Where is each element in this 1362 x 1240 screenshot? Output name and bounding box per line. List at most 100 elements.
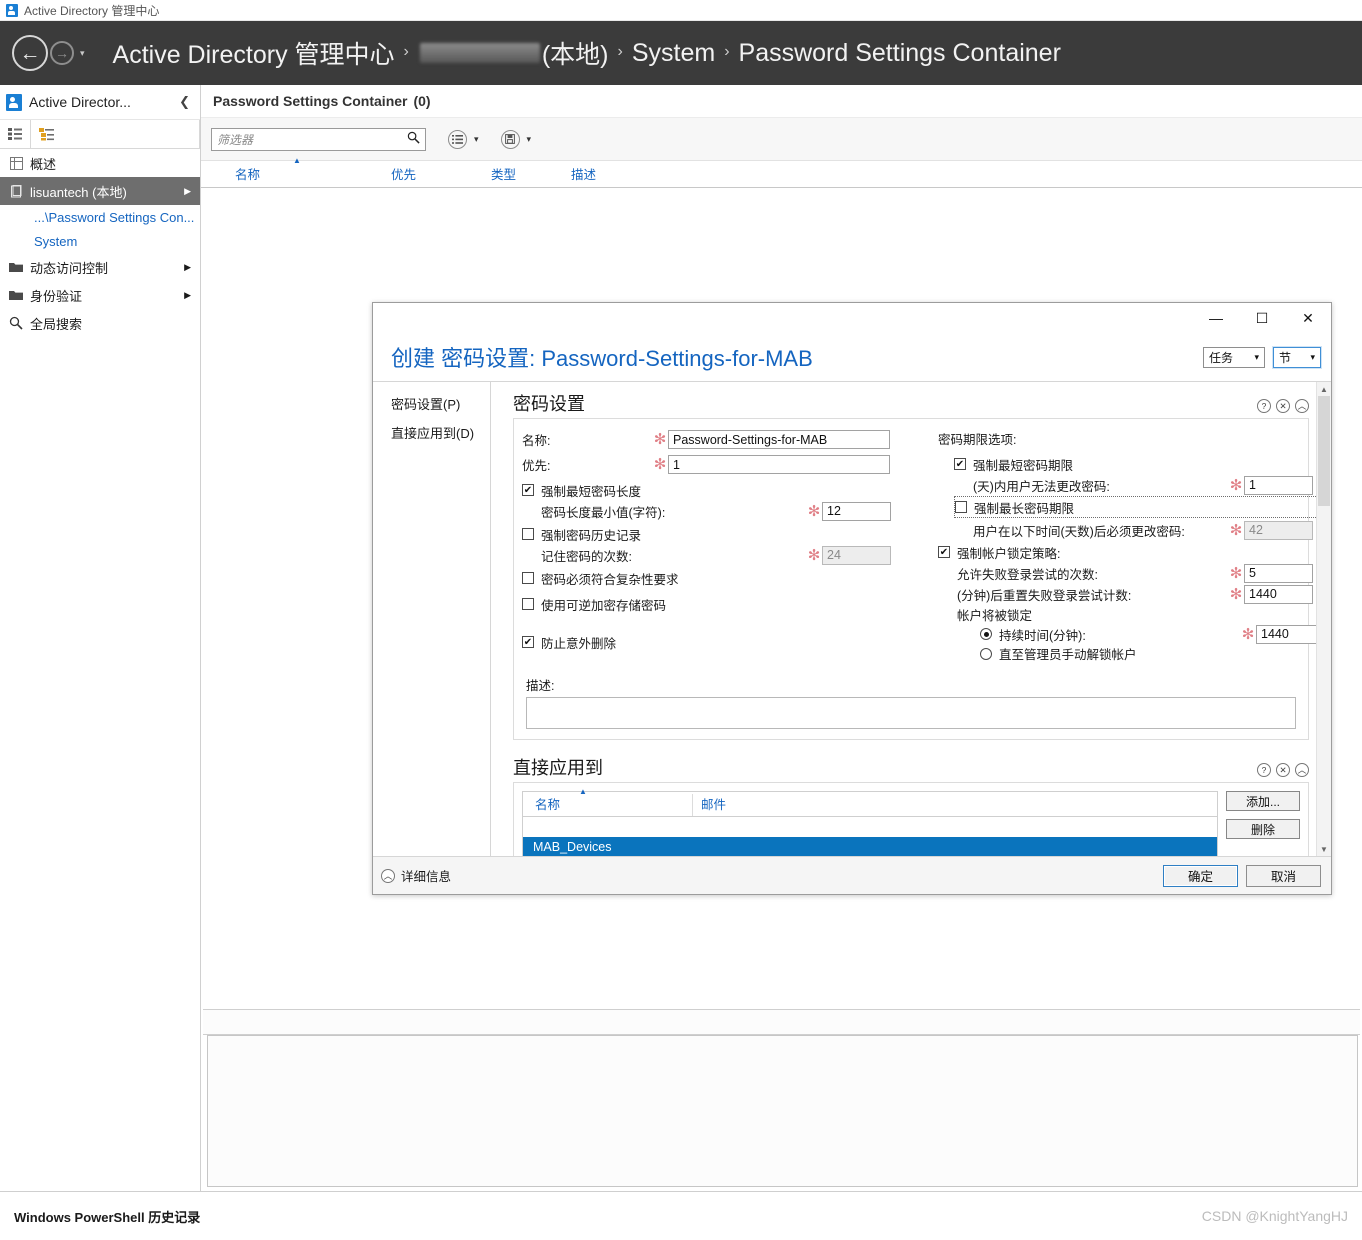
save-query-icon[interactable] (500, 129, 520, 149)
dialog-footer: ︿ 详细信息 确定 取消 (373, 856, 1331, 894)
enforce-max-age-checkbox-row[interactable]: 强制最长密码期限 (954, 496, 1331, 518)
dialog-nav-password-settings[interactable]: 密码设置(P) (391, 394, 490, 413)
details-toggle[interactable]: ︿ 详细信息 (381, 866, 451, 885)
min-age-input[interactable]: 1 (1244, 475, 1313, 495)
dialog-vertical-scrollbar[interactable]: ▲ ▼ (1316, 382, 1331, 856)
max-age-input[interactable]: 42 (1244, 520, 1313, 540)
chevron-left-icon[interactable]: ❮ (175, 94, 194, 110)
enforce-min-age-checkbox-row[interactable]: ✔ 强制最短密码期限 (938, 453, 1331, 475)
back-arrow-icon[interactable]: ← (12, 35, 48, 71)
filter-input[interactable]: 筛选器 (217, 131, 407, 148)
column-header-precedence[interactable]: 优先 (391, 164, 491, 187)
sidebar-item-overview[interactable]: 概述 (0, 149, 200, 177)
list-options-icon[interactable] (448, 129, 467, 149)
enforce-min-length-checkbox-row[interactable]: ✔ 强制最短密码长度 (522, 479, 922, 501)
filter-input-wrapper[interactable]: 筛选器 (211, 127, 426, 151)
history-count-input[interactable]: 24 (822, 545, 891, 565)
close-icon[interactable]: ✕ (1285, 303, 1331, 333)
column-header-name[interactable]: 名称 ▲ (535, 787, 692, 816)
checkbox-checked-icon[interactable]: ✔ (954, 458, 966, 470)
chevron-up-icon[interactable]: ︿ (381, 868, 395, 883)
column-header-mail[interactable]: 邮件 (692, 794, 801, 816)
list-item-name: MAB_Devices (533, 839, 612, 854)
breadcrumb-root[interactable]: Active Directory 管理中心 (113, 35, 395, 71)
breadcrumb-leaf[interactable]: Password Settings Container (739, 39, 1061, 68)
tasks-dropdown-button[interactable]: 任务 ▾ (1203, 346, 1265, 368)
column-header-description[interactable]: 描述 (571, 164, 721, 187)
checkbox-unchecked-icon[interactable] (955, 501, 967, 513)
min-length-input[interactable]: 12 (822, 501, 891, 521)
collapse-icon[interactable]: ︿ (1295, 763, 1309, 777)
close-icon[interactable]: ✕ (1276, 763, 1290, 777)
sections-dropdown-button[interactable]: 节 ▾ (1273, 346, 1321, 368)
search-icon[interactable] (407, 131, 420, 147)
description-textarea[interactable] (526, 697, 1296, 729)
dialog-nav-directly-applies-to[interactable]: 直接应用到(D) (391, 423, 490, 442)
protect-from-deletion-checkbox-row[interactable]: ✔ 防止意外删除 (522, 631, 922, 653)
overview-icon (8, 156, 24, 170)
scroll-down-arrow-icon[interactable]: ▼ (1317, 842, 1331, 856)
lockout-duration-input[interactable]: 1440 (1256, 624, 1325, 644)
sidebar-item-dynamic-access-control[interactable]: 动态访问控制 ▶ (0, 253, 200, 281)
reset-counter-input[interactable]: 1440 (1244, 584, 1313, 604)
forward-arrow-icon[interactable]: → (50, 41, 74, 65)
add-button[interactable]: 添加... (1226, 791, 1300, 811)
help-icon[interactable]: ? (1257, 399, 1271, 413)
sidebar-subitem-password-settings[interactable]: ...\Password Settings Con... (0, 205, 200, 229)
chevron-right-icon[interactable]: ▶ (184, 186, 191, 197)
breadcrumb-domain-suffix[interactable]: (本地) (542, 35, 609, 71)
precedence-input[interactable]: 1 (668, 455, 890, 474)
required-asterisk-icon: ✻ (807, 546, 821, 564)
name-input[interactable]: Password-Settings-for-MAB (668, 430, 890, 449)
complexity-checkbox-row[interactable]: 密码必须符合复杂性要求 (522, 567, 922, 589)
breadcrumb-system[interactable]: System (632, 39, 715, 68)
sidebar-item-domain[interactable]: lisuantech (本地) ▶ (0, 177, 200, 205)
history-dropdown-caret[interactable]: ▾ (80, 48, 85, 59)
scroll-up-arrow-icon[interactable]: ▲ (1317, 382, 1331, 396)
remove-button[interactable]: 删除 (1226, 819, 1300, 839)
ok-button[interactable]: 确定 (1163, 864, 1238, 887)
section-heading: 直接应用到 (513, 758, 603, 778)
radio-selected-icon[interactable] (980, 628, 992, 640)
failed-attempts-input[interactable]: 5 (1244, 563, 1313, 583)
sidebar-item-authentication[interactable]: 身份验证 ▶ (0, 281, 200, 309)
save-query-caret[interactable]: ▾ (527, 134, 532, 145)
powershell-history-label[interactable]: Windows PowerShell 历史记录 (14, 1207, 200, 1226)
help-icon[interactable]: ? (1257, 763, 1271, 777)
list-view-icon[interactable] (0, 120, 30, 148)
cancel-button[interactable]: 取消 (1246, 864, 1321, 887)
checkbox-unchecked-icon[interactable] (522, 598, 534, 610)
password-settings-columns: 名称: ✻ Password-Settings-for-MAB 优先: ✻ 1 … (514, 419, 1331, 669)
collapse-icon[interactable]: ︿ (1295, 399, 1309, 413)
checkbox-checked-icon[interactable]: ✔ (938, 546, 950, 558)
view-options-caret[interactable]: ▾ (474, 134, 479, 145)
chevron-right-icon[interactable]: ▶ (184, 290, 191, 301)
lockout-policy-checkbox-row[interactable]: ✔ 强制帐户锁定策略: (938, 541, 1331, 563)
manual-unlock-radio-row[interactable]: 直至管理员手动解锁帐户 (938, 644, 1331, 663)
lockout-duration-label: 持续时间(分钟): (999, 628, 1086, 643)
password-settings-box: 名称: ✻ Password-Settings-for-MAB 优先: ✻ 1 … (513, 418, 1331, 740)
table-row[interactable]: MAB_Devices (523, 837, 1217, 856)
checkbox-checked-icon[interactable]: ✔ (522, 636, 534, 648)
column-header-type[interactable]: 类型 (491, 164, 571, 187)
applies-to-list[interactable]: 名称 ▲ 邮件 MAB_Devices (522, 787, 1218, 856)
enforce-history-checkbox-row[interactable]: 强制密码历史记录 (522, 523, 922, 545)
tree-view-icon[interactable] (30, 120, 200, 148)
password-age-options-label: 密码期限选项: (938, 433, 1017, 447)
results-column-header: 名称 ▲ 优先 类型 描述 (201, 156, 1362, 188)
applies-to-buttons: 添加... 删除 (1218, 791, 1300, 856)
checkbox-unchecked-icon[interactable] (522, 528, 534, 540)
checkbox-checked-icon[interactable]: ✔ (522, 484, 534, 496)
lockout-duration-radio-row[interactable]: 持续时间(分钟): ✻ 1440 (938, 624, 1331, 644)
sidebar-item-global-search[interactable]: 全局搜索 (0, 309, 200, 337)
chevron-right-icon[interactable]: ▶ (184, 262, 191, 273)
column-header-name[interactable]: 名称 ▲ (235, 156, 391, 187)
sidebar-subitem-system[interactable]: System (0, 229, 200, 253)
radio-unselected-icon[interactable] (980, 647, 992, 660)
reversible-encryption-checkbox-row[interactable]: 使用可逆加密存储密码 (522, 593, 922, 615)
close-icon[interactable]: ✕ (1276, 399, 1290, 413)
scrollbar-thumb[interactable] (1318, 396, 1330, 506)
checkbox-unchecked-icon[interactable] (522, 572, 534, 584)
maximize-icon[interactable]: ☐ (1239, 303, 1285, 333)
minimize-icon[interactable]: — (1193, 303, 1239, 333)
